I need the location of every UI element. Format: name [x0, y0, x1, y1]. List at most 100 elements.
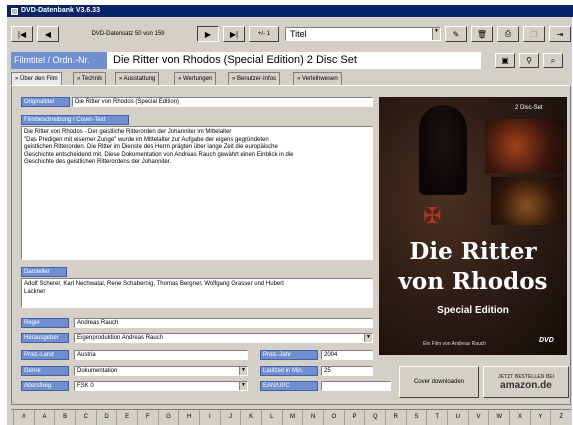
save-button[interactable]: ▣	[495, 53, 515, 68]
alphabet-button-q[interactable]: Q	[364, 410, 385, 425]
darsteller-line: Lackner	[24, 288, 46, 295]
tab-ueber-den-film[interactable]: » Über den Film	[11, 72, 62, 85]
alphabet-button-v[interactable]: V	[467, 410, 489, 425]
alphabet-button-k[interactable]: K	[240, 410, 261, 425]
ean-label: EAN/UPC	[260, 381, 318, 391]
regie-label: Regie	[21, 318, 69, 328]
alphabet-button-m[interactable]: M	[281, 410, 303, 425]
alphabet-button-w[interactable]: W	[488, 410, 509, 425]
prodjahr-label: Prod.-Jahr	[260, 350, 318, 360]
exit-button[interactable]: ⇥	[549, 26, 571, 42]
first-record-icon: |◀	[17, 29, 27, 39]
first-record-button[interactable]: |◀	[11, 26, 33, 42]
altersfreig-label: Altersfreig.	[21, 381, 69, 391]
beschreibung-label: Filmbeschreibung / Cover-Text	[21, 115, 129, 125]
alphabet-button-p[interactable]: P	[343, 410, 365, 425]
ean-field[interactable]	[321, 381, 391, 391]
alphabet-button-a[interactable]: A	[33, 410, 55, 425]
alphabet-button-d[interactable]: D	[95, 410, 117, 425]
cover-scene-bottom	[491, 177, 563, 225]
amazon-logo: amazon.de	[500, 379, 552, 391]
tab-benutzer-infos[interactable]: » Benutzer-Infos	[228, 72, 281, 85]
cover-title-line1: Die Ritter	[409, 238, 537, 265]
sort-field-value: Titel	[290, 29, 307, 39]
chevron-down-icon[interactable]: ▼	[364, 334, 372, 342]
chevron-down-icon[interactable]: ▼	[239, 382, 247, 390]
darsteller-line: Adolf Scherer, Karl Nechwatal, Rene Scha…	[24, 281, 284, 287]
laufzeit-field[interactable]: 25	[321, 366, 373, 376]
step-button[interactable]: +/- 1	[249, 26, 279, 42]
alphabet-button-y[interactable]: Y	[529, 410, 551, 425]
originaltitel-field[interactable]: Die Ritter von Rhodos (Special Edition)	[72, 97, 373, 107]
beschreibung-textarea[interactable]: Die Ritter von Rhodos - Der geistliche R…	[21, 126, 373, 260]
beschreibung-line: geistlichen Ritterorden. Die Ritter im D…	[24, 144, 278, 150]
alphabet-button-e[interactable]: E	[116, 410, 137, 425]
cover-credit: Ein Film von Andreas Rauch	[423, 341, 487, 347]
alphabet-button-c[interactable]: C	[75, 410, 96, 425]
delete-record-button[interactable]: 🗑	[471, 26, 493, 42]
beschreibung-line: "Das Predigen mit eiserner Zunge" wurde …	[24, 136, 269, 143]
beschreibung-line: Die Ritter von Rhodos - Der geistliche R…	[24, 129, 232, 135]
alphabet-button-g[interactable]: G	[157, 410, 179, 425]
alphabet-button-b[interactable]: B	[54, 410, 75, 425]
search-button[interactable]: ⚲	[519, 53, 539, 68]
exit-icon: ⇥	[556, 29, 564, 39]
alphabet-button-i[interactable]: I	[199, 410, 220, 425]
chevron-down-icon[interactable]: ▼	[432, 28, 440, 40]
tab-verleihwesen[interactable]: » Verleihwesen	[293, 72, 342, 85]
regie-field[interactable]: Andreas Rauch	[74, 318, 373, 328]
cross-emblem-icon: ✠	[423, 203, 442, 228]
alphabet-button-t[interactable]: T	[426, 410, 447, 425]
sort-field-select[interactable]: Titel ▼	[285, 27, 441, 41]
print-button[interactable]: ⎙	[497, 26, 519, 42]
alphabet-button-z[interactable]: Z	[550, 410, 571, 425]
laufzeit-label: Laufzeit in Min.	[260, 366, 318, 376]
window-title: DVD-Datenbank V3.6.33	[21, 7, 100, 14]
herausgeber-select[interactable]: Eigenproduktion Andreas Rauch ▼	[74, 333, 373, 343]
originaltitel-label: Originaltitel	[21, 97, 70, 107]
cover-image: ✠ 2 Disc-Set Die Ritter von Rhodos Speci…	[379, 97, 567, 355]
tab-wertungen[interactable]: » Wertungen	[174, 72, 217, 85]
last-record-button[interactable]: ▶|	[223, 26, 245, 42]
next-record-button[interactable]: ▶	[197, 26, 219, 42]
record-counter: DVD-Datensatz 50 von 159	[91, 31, 165, 37]
tab-ausstattung[interactable]: » Ausstattung	[115, 72, 160, 85]
alphabet-button-h[interactable]: H	[178, 410, 199, 425]
copy-button[interactable]: ❐	[523, 26, 545, 42]
alphabet-button-r[interactable]: R	[385, 410, 406, 425]
cover-download-button[interactable]: Cover downloaden	[399, 366, 479, 398]
film-title-label: Filmtitel / Ordn.-Nr.	[11, 52, 107, 69]
alphabet-button-s[interactable]: S	[405, 410, 427, 425]
chevron-down-icon[interactable]: ▼	[239, 367, 247, 375]
alphabet-button-l[interactable]: L	[261, 410, 282, 425]
next-record-icon: ▶	[204, 29, 212, 39]
find-next-button[interactable]: ⌕	[543, 53, 563, 68]
amazon-order-button[interactable]: JETZT BESTELLEN BEI amazon.de	[483, 366, 569, 398]
tab-technik[interactable]: » Technik	[73, 72, 107, 85]
alphabet-button-f[interactable]: F	[137, 410, 158, 425]
altersfreig-select[interactable]: FSK 0 ▼	[74, 381, 248, 391]
alphabet-button-j[interactable]: J	[219, 410, 241, 425]
beschreibung-line: Geschichte des geistlichen Ritterordens …	[24, 159, 172, 165]
trash-icon: 🗑	[476, 29, 488, 39]
prodjahr-field[interactable]: 2004	[321, 350, 373, 360]
alphabet-button-n[interactable]: N	[302, 410, 323, 425]
alphabet-button-x[interactable]: X	[509, 410, 530, 425]
last-record-icon: ▶|	[229, 29, 239, 39]
app-window: DVD-Datenbank V3.6.33 |◀ ◀ DVD-Datensatz…	[6, 4, 573, 425]
film-title-field[interactable]: Die Ritter von Rhodos (Special Edition) …	[107, 52, 481, 69]
darsteller-textarea[interactable]: Adolf Scherer, Karl Nechwatal, Rene Scha…	[21, 278, 373, 308]
prodland-field[interactable]: Austria	[74, 350, 248, 360]
alphabet-button-u[interactable]: U	[447, 410, 468, 425]
herausgeber-value: Eigenproduktion Andreas Rauch	[77, 335, 164, 341]
previous-record-button[interactable]: ◀	[37, 26, 59, 42]
alphabet-button-hash[interactable]: #	[13, 410, 34, 425]
alphabet-button-o[interactable]: O	[323, 410, 344, 425]
beschreibung-line: Geschichte entscheidend mit. Diese Dokum…	[24, 151, 294, 158]
genre-select[interactable]: Dokumentation ▼	[74, 366, 248, 376]
genre-value: Dokumentation	[77, 368, 118, 374]
cover-scene-top	[485, 119, 563, 173]
herausgeber-label: Herausgeber	[21, 333, 69, 343]
edit-record-button[interactable]: ✎	[445, 26, 467, 42]
cover-title-line2: von Rhodos	[398, 268, 548, 295]
